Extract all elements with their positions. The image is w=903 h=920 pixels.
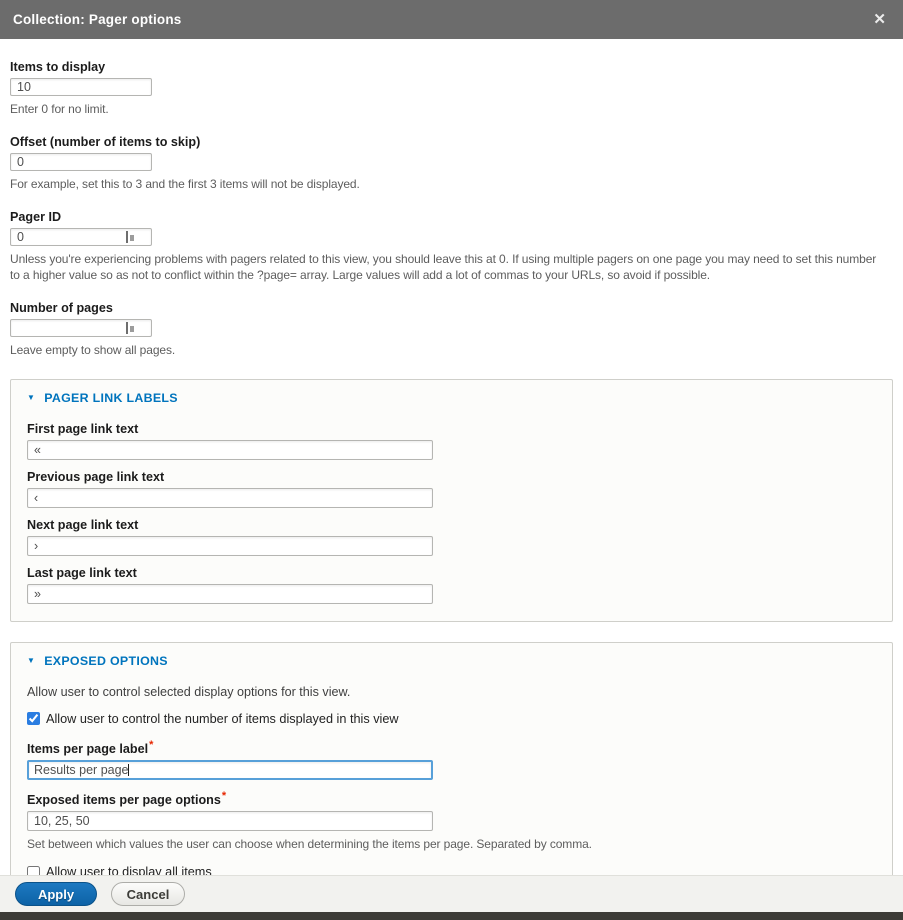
cancel-button[interactable]: Cancel [111, 882, 185, 906]
items-per-page-label-input[interactable] [27, 760, 433, 780]
number-of-pages-description: Leave empty to show all pages. [10, 342, 888, 359]
items-to-display-input[interactable] [10, 78, 152, 96]
number-of-pages-label: Number of pages [10, 301, 893, 315]
pager-link-labels-legend[interactable]: ▼ PAGER LINK LABELS [27, 391, 876, 405]
number-spinner-icon[interactable] [126, 322, 135, 334]
offset-description: For example, set this to 3 and the first… [10, 176, 888, 193]
items-per-page-label-field: Items per page label* [27, 739, 876, 780]
required-marker: * [149, 739, 153, 751]
first-page-link-label: First page link text [27, 422, 876, 436]
display-all-checkbox-row: Allow user to display all items [27, 865, 876, 875]
dialog-titlebar: Collection: Pager options ✕ [0, 0, 903, 39]
close-icon[interactable]: ✕ [869, 10, 890, 29]
dialog-title: Collection: Pager options [13, 12, 182, 27]
apply-button[interactable]: Apply [15, 882, 97, 906]
items-per-page-label-text: Items per page label [27, 742, 148, 756]
first-page-link-input[interactable] [27, 440, 433, 460]
required-marker: * [222, 790, 226, 802]
pager-id-label: Pager ID [10, 210, 893, 224]
offset-label: Offset (number of items to skip) [10, 135, 893, 149]
collapse-arrow-icon: ▼ [27, 394, 35, 402]
items-to-display-label: Items to display [10, 60, 893, 74]
exposed-options-fieldset: ▼ EXPOSED OPTIONS Allow user to control … [10, 642, 893, 875]
last-page-link-field: Last page link text [27, 566, 876, 604]
dialog-button-pane: Apply Cancel [0, 875, 903, 912]
last-page-link-label: Last page link text [27, 566, 876, 580]
number-of-pages-field: Number of pages Leave empty to show all … [10, 301, 893, 359]
display-all-checkbox[interactable] [27, 866, 40, 875]
exposed-items-options-description: Set between which values the user can ch… [27, 836, 876, 853]
number-spinner-icon[interactable] [126, 231, 135, 243]
offset-input[interactable] [10, 153, 152, 171]
dialog-content: Items to display Enter 0 for no limit. O… [0, 39, 903, 875]
text-cursor [128, 764, 129, 776]
last-page-link-input[interactable] [27, 584, 433, 604]
previous-page-link-input[interactable] [27, 488, 433, 508]
control-items-checkbox-row: Allow user to control the number of item… [27, 712, 876, 726]
pager-link-labels-fieldset: ▼ PAGER LINK LABELS First page link text… [10, 379, 893, 622]
legend-text: PAGER LINK LABELS [44, 391, 178, 405]
pager-id-description: Unless you're experiencing problems with… [10, 251, 888, 285]
next-page-link-input[interactable] [27, 536, 433, 556]
pager-id-field: Pager ID Unless you're experiencing prob… [10, 210, 893, 285]
control-items-checkbox[interactable] [27, 712, 40, 725]
previous-page-link-label: Previous page link text [27, 470, 876, 484]
items-to-display-field: Items to display Enter 0 for no limit. [10, 60, 893, 118]
next-page-link-label: Next page link text [27, 518, 876, 532]
items-to-display-description: Enter 0 for no limit. [10, 101, 888, 118]
previous-page-link-field: Previous page link text [27, 470, 876, 508]
exposed-options-description: Allow user to control selected display o… [27, 685, 876, 699]
collapse-arrow-icon: ▼ [27, 657, 35, 665]
exposed-items-options-label-text: Exposed items per page options [27, 793, 221, 807]
offset-field: Offset (number of items to skip) For exa… [10, 135, 893, 193]
display-all-checkbox-label: Allow user to display all items [46, 865, 212, 875]
exposed-items-options-input[interactable] [27, 811, 433, 831]
exposed-items-options-field: Exposed items per page options* Set betw… [27, 790, 876, 853]
next-page-link-field: Next page link text [27, 518, 876, 556]
legend-text: EXPOSED OPTIONS [44, 654, 168, 668]
exposed-options-legend[interactable]: ▼ EXPOSED OPTIONS [27, 654, 876, 668]
page-bottom-bar [0, 912, 903, 920]
control-items-checkbox-label: Allow user to control the number of item… [46, 712, 399, 726]
first-page-link-field: First page link text [27, 422, 876, 460]
